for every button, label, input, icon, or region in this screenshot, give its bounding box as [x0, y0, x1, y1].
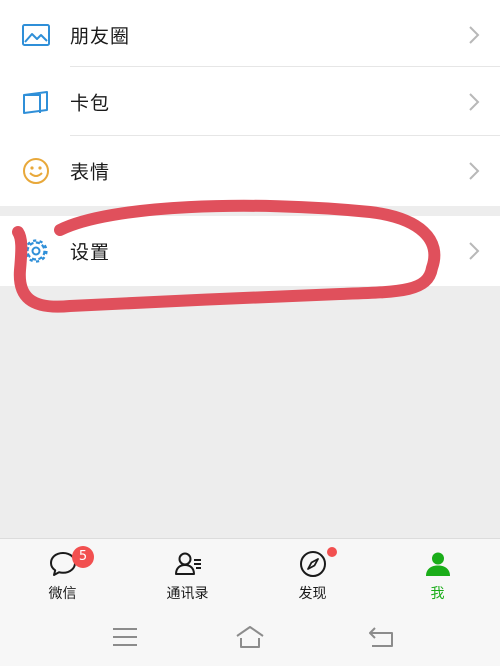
menu-row-settings[interactable]: 设置	[0, 216, 500, 286]
chevron-right-icon	[468, 92, 480, 112]
hamburger-icon[interactable]	[110, 624, 140, 650]
tab-discover[interactable]: 发现	[250, 539, 375, 611]
back-icon[interactable]	[366, 624, 396, 650]
tab-label: 我	[430, 586, 445, 602]
person-icon	[423, 549, 453, 579]
tab-contacts[interactable]: 通讯录	[125, 539, 250, 611]
tab-chats[interactable]: 5 微信	[0, 539, 125, 611]
notification-dot	[327, 547, 337, 557]
chevron-right-icon	[468, 241, 480, 261]
chevron-right-icon	[468, 25, 480, 45]
bottom-tab-bar: 5 微信 通讯录 发现 我	[0, 538, 500, 611]
tab-me[interactable]: 我	[375, 539, 500, 611]
tab-label: 发现	[298, 586, 327, 602]
me-menu-group: 朋友圈 卡包 表情	[0, 0, 500, 206]
unread-count-badge: 5	[72, 546, 94, 568]
system-navigation-bar	[0, 610, 500, 666]
menu-row-cards[interactable]: 卡包	[0, 67, 500, 137]
settings-group: 设置	[0, 216, 500, 286]
gear-icon	[20, 235, 52, 267]
smiley-icon	[20, 155, 52, 187]
moments-icon	[20, 19, 52, 51]
menu-label: 朋友圈	[70, 25, 131, 48]
menu-label: 设置	[70, 241, 111, 264]
menu-row-stickers[interactable]: 表情	[0, 136, 500, 206]
chevron-right-icon	[468, 161, 480, 181]
tab-label: 通讯录	[166, 586, 209, 602]
contacts-icon	[173, 549, 203, 579]
menu-label: 卡包	[70, 92, 111, 115]
menu-row-moments[interactable]: 朋友圈	[0, 0, 500, 70]
tab-label: 微信	[48, 586, 77, 602]
menu-label: 表情	[70, 161, 111, 184]
card-wallet-icon	[20, 86, 52, 118]
home-icon[interactable]	[235, 624, 265, 650]
compass-icon	[298, 549, 328, 579]
